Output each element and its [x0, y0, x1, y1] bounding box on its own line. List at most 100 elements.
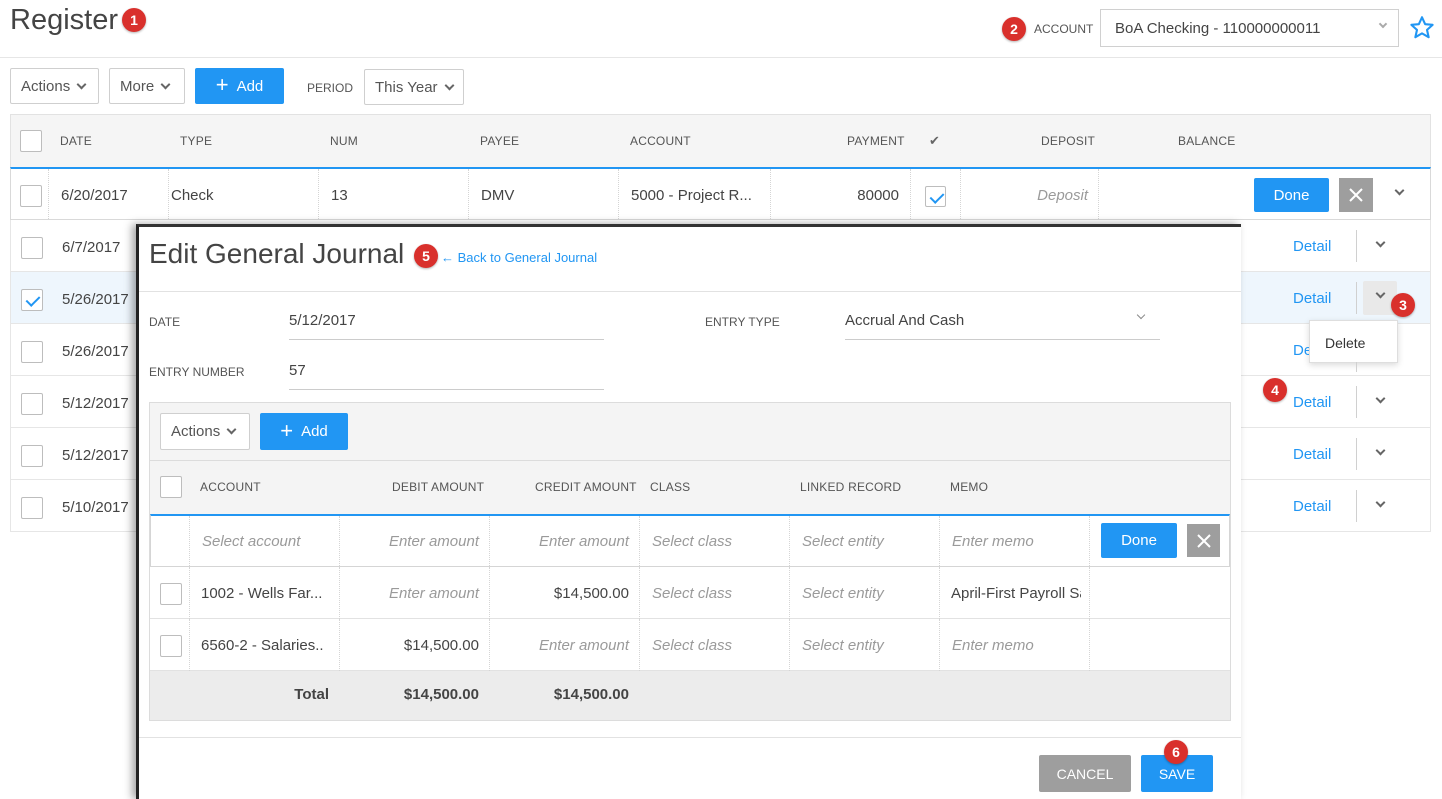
cell-divider — [639, 516, 640, 566]
badge-4: 4 — [1263, 378, 1287, 402]
line-debit-input[interactable]: Enter amount — [340, 533, 479, 550]
more-button[interactable]: More — [109, 68, 185, 104]
col-num[interactable]: NUM — [330, 134, 358, 148]
account-select[interactable]: BoA Checking - 110000000011 — [1100, 9, 1399, 47]
col-date[interactable]: DATE — [60, 134, 92, 148]
actions-button[interactable]: Actions — [10, 68, 99, 104]
jcol-linked[interactable]: LINKED RECORD — [800, 480, 901, 494]
journal-add-label: Add — [301, 423, 328, 440]
journal-date-input[interactable]: 5/12/2017 — [289, 305, 604, 340]
col-account[interactable]: ACCOUNT — [630, 134, 691, 148]
edit-num-input[interactable]: 13 — [331, 187, 348, 204]
row-checkbox[interactable] — [21, 393, 43, 415]
cell-divider — [789, 619, 790, 671]
chevron-down-icon — [76, 79, 87, 89]
page-title: Register — [10, 4, 118, 36]
cell-divider — [960, 169, 961, 219]
row-checkbox[interactable] — [160, 583, 182, 605]
cancel-button[interactable]: CANCEL — [1039, 755, 1131, 792]
col-payee[interactable]: PAYEE — [480, 134, 519, 148]
line-class-select[interactable]: Select class — [652, 533, 732, 550]
row-checkbox[interactable] — [21, 341, 43, 363]
row-detail-link[interactable]: Detail — [1293, 290, 1331, 307]
chevron-down-icon — [1136, 310, 1146, 320]
edit-type-select[interactable]: Check — [171, 187, 214, 204]
select-all-checkbox[interactable] — [20, 130, 42, 152]
jcol-credit[interactable]: CREDIT AMOUNT — [535, 480, 637, 494]
cell-divider — [770, 169, 771, 219]
badge-2: 2 — [1002, 17, 1026, 41]
period-label: PERIOD — [307, 81, 354, 95]
cell-divider — [939, 567, 940, 619]
line-account-select[interactable]: Select account — [202, 533, 300, 550]
journal-select-all-checkbox[interactable] — [160, 476, 182, 498]
col-deposit[interactable]: DEPOSIT — [1041, 134, 1095, 148]
favorite-star-icon[interactable] — [1408, 14, 1436, 47]
badge-3: 3 — [1391, 293, 1415, 317]
edit-deposit-input[interactable]: Deposit — [970, 187, 1088, 204]
row-detail-link[interactable]: Detail — [1293, 238, 1331, 255]
entry-number-input[interactable]: 57 — [289, 355, 604, 390]
line-credit: $14,500.00 — [553, 585, 629, 602]
row-detail-link[interactable]: Detail — [1293, 394, 1331, 411]
row-dropdown-menu: Delete — [1309, 320, 1398, 363]
more-button-label: More — [120, 77, 155, 95]
line-credit-input[interactable]: Enter amount — [490, 533, 629, 550]
row-checkbox[interactable] — [21, 237, 43, 259]
period-select[interactable]: This Year — [364, 69, 464, 105]
add-button-label: Add — [236, 77, 264, 95]
row-checkbox[interactable] — [21, 497, 43, 519]
col-payment[interactable]: PAYMENT — [847, 134, 905, 148]
col-type[interactable]: TYPE — [180, 134, 212, 148]
row-date: 5/26/2017 — [62, 343, 129, 360]
cell-divider — [1089, 619, 1090, 671]
entry-type-select[interactable]: Accrual And Cash — [845, 305, 1160, 340]
line-credit: Enter amount — [538, 637, 629, 654]
row-detail-link-partial[interactable]: Detail — [1293, 342, 1309, 359]
edit-payment-input[interactable]: 80000 — [780, 187, 899, 204]
cell-divider — [939, 516, 940, 566]
edit-payee-input[interactable]: DMV — [481, 187, 514, 204]
row-detail-link[interactable]: Detail — [1293, 446, 1331, 463]
grid-divider — [150, 460, 1230, 461]
cell-divider — [189, 516, 190, 566]
total-label: Total — [294, 686, 329, 703]
col-cleared[interactable]: ✔ — [929, 133, 940, 149]
entry-type-label: ENTRY TYPE — [705, 315, 780, 329]
edit-account-select[interactable]: 5000 - Project R... — [631, 187, 752, 204]
jcol-memo[interactable]: MEMO — [950, 480, 988, 494]
cell-divider — [639, 619, 640, 671]
line-done-label: Done — [1121, 532, 1157, 549]
col-balance[interactable]: BALANCE — [1178, 134, 1235, 148]
cell-divider — [789, 567, 790, 619]
jcol-account[interactable]: ACCOUNT — [200, 480, 261, 494]
row-checkbox[interactable] — [21, 289, 43, 311]
row-detail-link[interactable]: Detail — [1293, 498, 1331, 515]
row-checkbox[interactable] — [21, 445, 43, 467]
row-cancel-button[interactable] — [1339, 178, 1373, 212]
chevron-down-icon — [444, 80, 454, 90]
row-action-divider — [1356, 490, 1357, 522]
cell-divider — [468, 169, 469, 219]
close-icon — [1349, 188, 1363, 202]
badge-5: 5 — [414, 244, 438, 268]
edit-cleared-checkbox[interactable] — [925, 186, 946, 207]
line-linked-select[interactable]: Select entity — [802, 533, 884, 550]
add-button[interactable]: + Add — [195, 68, 284, 104]
row-checkbox[interactable] — [20, 185, 42, 207]
cell-divider — [618, 169, 619, 219]
jcol-class[interactable]: CLASS — [650, 480, 690, 494]
back-to-journal-link[interactable]: ← Back to General Journal — [441, 250, 597, 265]
row-done-button[interactable]: Done — [1254, 178, 1329, 212]
row-date: 5/26/2017 — [62, 291, 129, 308]
line-memo-input[interactable]: Enter memo — [952, 533, 1034, 550]
journal-actions-button[interactable]: Actions — [160, 413, 250, 450]
cell-divider — [1098, 169, 1099, 219]
line-done-button[interactable]: Done — [1101, 523, 1177, 558]
row-checkbox[interactable] — [160, 635, 182, 657]
delete-menu-item[interactable]: Delete — [1325, 335, 1365, 351]
jcol-debit[interactable]: DEBIT AMOUNT — [392, 480, 484, 494]
edit-date-input[interactable]: 6/20/2017 — [61, 187, 128, 204]
line-cancel-button[interactable] — [1187, 524, 1220, 557]
journal-add-button[interactable]: + Add — [260, 413, 348, 450]
